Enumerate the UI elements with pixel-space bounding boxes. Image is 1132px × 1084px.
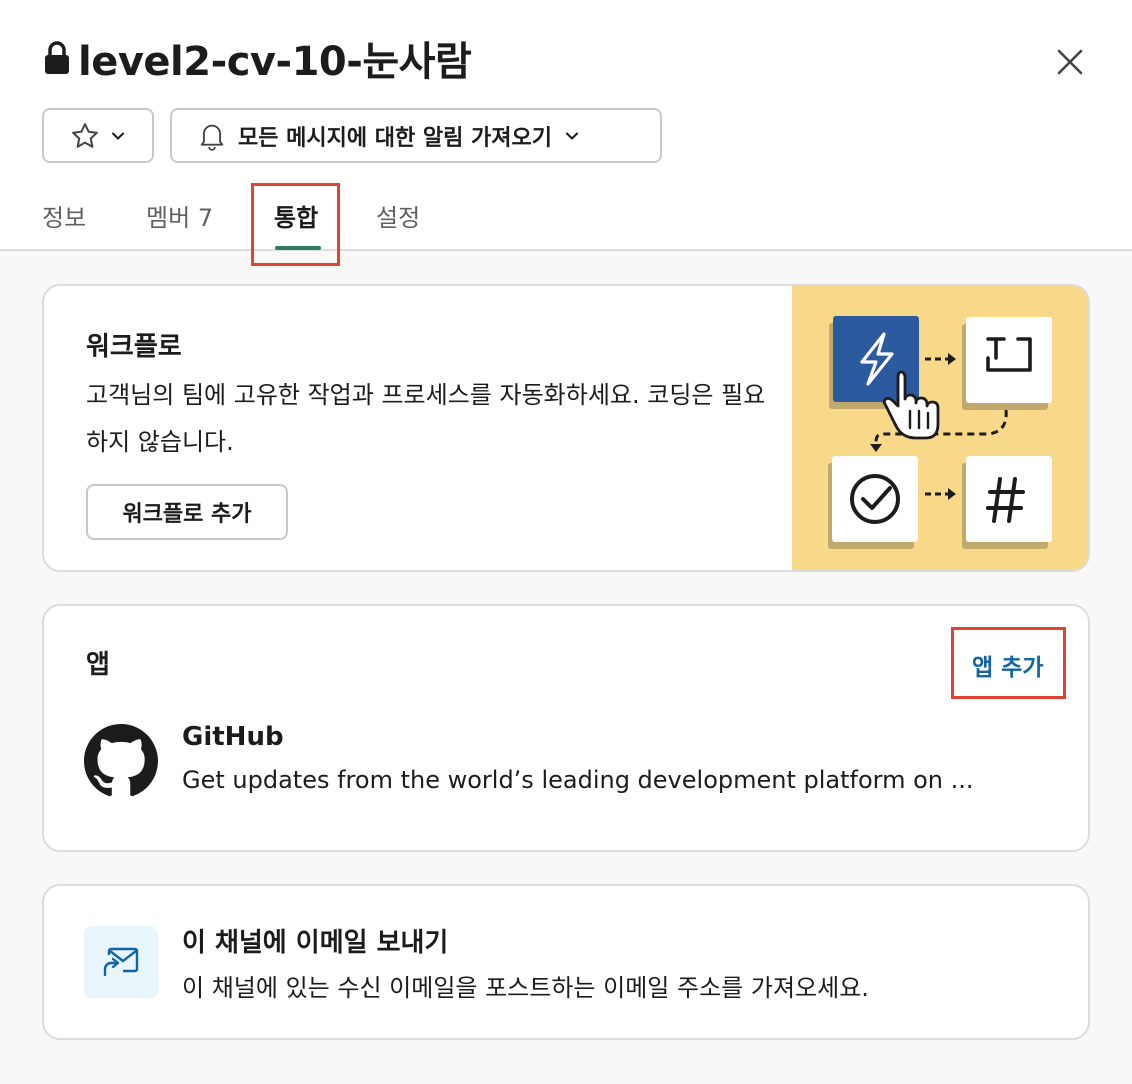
github-icon bbox=[84, 724, 158, 797]
tab-members[interactable]: 멤버 7 bbox=[146, 198, 213, 233]
tab-info[interactable]: 정보 bbox=[42, 198, 86, 233]
notifications-label: 모든 메시지에 대한 알림 가져오기 bbox=[238, 125, 552, 151]
app-name[interactable]: GitHub bbox=[182, 722, 284, 752]
email-description: 이 채널에 있는 수신 이메일을 포스트하는 이메일 주소를 가져오세요. bbox=[182, 974, 869, 1002]
tab-info-label: 정보 bbox=[42, 204, 87, 232]
email-forward-icon bbox=[103, 947, 139, 977]
email-icon-box bbox=[84, 926, 158, 998]
star-icon bbox=[72, 122, 98, 148]
chevron-down-icon bbox=[112, 132, 124, 139]
email-card[interactable]: 이 채널에 이메일 보내기 이 채널에 있는 수신 이메일을 포스트하는 이메일… bbox=[42, 884, 1090, 1040]
workflow-card: 워크플로 고객님의 팀에 고유한 작업과 프로세스를 자동화하세요. 코딩은 필… bbox=[42, 284, 1090, 572]
add-app-link[interactable]: 앱 추가 bbox=[972, 648, 1044, 682]
close-button[interactable] bbox=[1048, 40, 1092, 84]
apps-card: 앱 앱 추가 GitHub Get updates from the world… bbox=[42, 604, 1090, 852]
active-tab-indicator bbox=[275, 246, 321, 250]
workflow-description: 고객님의 팀에 고유한 작업과 프로세스를 자동화하세요. 코딩은 필요하지 않… bbox=[86, 381, 766, 456]
close-icon bbox=[1057, 49, 1083, 75]
bell-icon bbox=[200, 124, 224, 151]
channel-title: level2-cv-10-눈사람 bbox=[78, 39, 472, 85]
tab-settings[interactable]: 설정 bbox=[376, 198, 420, 233]
lock-icon bbox=[45, 41, 69, 74]
app-description: Get updates from the world’s leading dev… bbox=[182, 766, 974, 794]
notifications-button[interactable]: 모든 메시지에 대한 알림 가져오기 bbox=[170, 108, 662, 163]
tab-integrations-label: 통합 bbox=[274, 204, 319, 232]
add-workflow-button[interactable]: 워크플로 추가 bbox=[86, 484, 288, 540]
tab-settings-label: 설정 bbox=[376, 204, 421, 232]
channel-title-row: level2-cv-10-눈사람 bbox=[44, 30, 472, 86]
tab-members-count: 7 bbox=[197, 204, 214, 232]
tab-members-label: 멤버 bbox=[146, 204, 191, 232]
workflow-illustration bbox=[792, 286, 1088, 570]
tab-bar: 정보 멤버 7 통합 설정 bbox=[0, 190, 1132, 250]
chevron-down-icon bbox=[566, 132, 578, 139]
workflow-title: 워크플로 bbox=[86, 332, 182, 362]
email-title: 이 채널에 이메일 보내기 bbox=[182, 928, 449, 958]
tab-integrations[interactable]: 통합 bbox=[274, 198, 318, 233]
apps-title: 앱 bbox=[86, 650, 110, 680]
star-button[interactable] bbox=[42, 108, 154, 163]
